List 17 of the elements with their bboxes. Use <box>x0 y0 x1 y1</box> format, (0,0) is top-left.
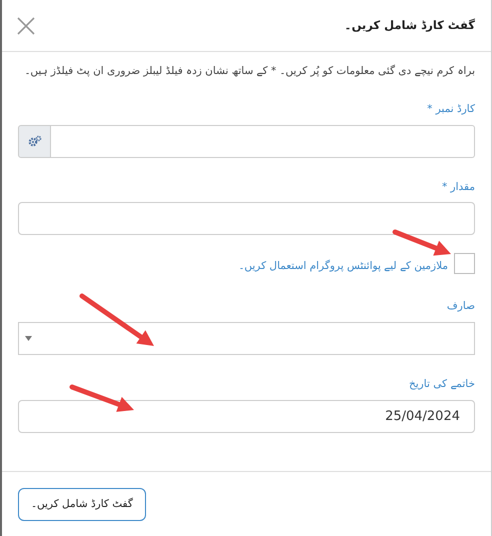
field-label: کارڈ نمبر * <box>426 102 475 117</box>
close-icon[interactable] <box>16 16 36 36</box>
field-label: صارف <box>446 299 475 314</box>
instruction-text: براہ کرم نیچے دی گئی معلومات کو پُر کریں۔ * کے ساتھ نشان زدہ فیلڈ لیبلز ضروری ان پٹ فیلڈز ہیں۔ <box>23 64 475 79</box>
card-number-field[interactable] <box>51 124 475 158</box>
checkbox-label: ملازمین کے لیے پوائنٹس پروگرام استعمال کریں۔ <box>238 259 448 274</box>
annotation-arrow <box>392 230 451 256</box>
add-gift-card-button[interactable]: گفٹ کارڈ شامل کریں۔ <box>18 488 146 521</box>
field-label: مقدار * <box>440 180 475 195</box>
checkbox[interactable] <box>454 252 475 274</box>
field-label: خاتمے کی تاریخ <box>408 376 475 392</box>
amount-field[interactable] <box>18 202 475 236</box>
date-field[interactable]: 25/04/2024 <box>18 400 475 432</box>
annotation-arrow <box>70 384 134 412</box>
gears-icon[interactable] <box>18 124 51 158</box>
caret-icon[interactable] <box>25 336 32 341</box>
dialog-title: گفٹ کارڈ شامل کریں۔ <box>344 16 475 34</box>
